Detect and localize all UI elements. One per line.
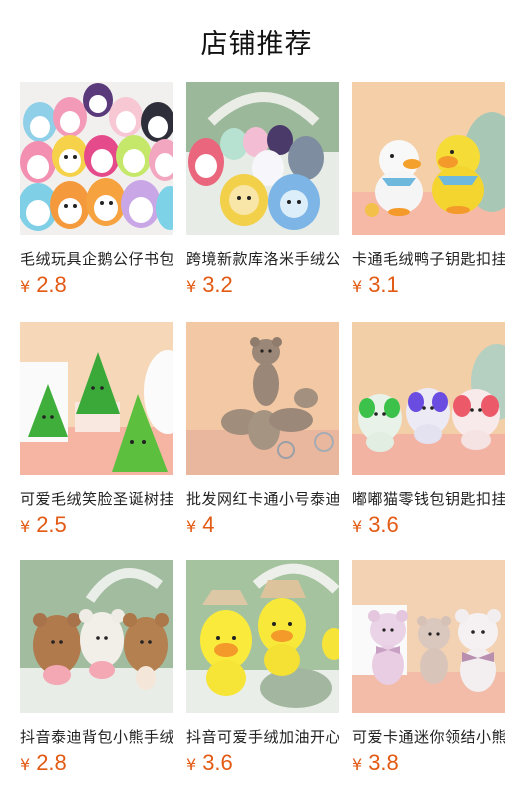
product-image-sanrio-plush[interactable] bbox=[186, 82, 339, 235]
product-price: ¥3.8 bbox=[352, 750, 399, 776]
currency-symbol: ¥ bbox=[186, 517, 197, 536]
product-price: ¥2.8 bbox=[20, 272, 67, 298]
currency-symbol: ¥ bbox=[20, 517, 31, 536]
product-name[interactable]: 卡通毛绒鸭子钥匙扣挂件 bbox=[352, 248, 505, 268]
product-image-cat-coin-purse[interactable] bbox=[352, 322, 505, 475]
product-name[interactable]: 批发网红卡通小号泰迪熊 bbox=[186, 488, 339, 508]
product-card[interactable]: 批发网红卡通小号泰迪熊 ¥4 bbox=[186, 322, 339, 544]
currency-symbol: ¥ bbox=[352, 755, 363, 774]
currency-symbol: ¥ bbox=[352, 517, 363, 536]
product-image-christmas-tree-plush[interactable] bbox=[20, 322, 173, 475]
currency-symbol: ¥ bbox=[352, 277, 363, 296]
currency-symbol: ¥ bbox=[186, 755, 197, 774]
product-image-bowtie-bear-plush[interactable] bbox=[352, 560, 505, 713]
product-card[interactable]: 跨境新款库洛米手绒公仔 ¥3.2 bbox=[186, 82, 339, 304]
price-value: 3.2 bbox=[202, 272, 233, 297]
product-name[interactable]: 抖音可爱手绒加油开心鸭 bbox=[186, 726, 339, 746]
product-card[interactable]: 毛绒玩具企鹅公仔书包挂件 ¥2.8 bbox=[20, 82, 173, 304]
price-value: 2.8 bbox=[36, 272, 67, 297]
product-name[interactable]: 可爱卡通迷你领结小熊公仔 bbox=[352, 726, 505, 746]
product-image-bear-backpack-plush[interactable] bbox=[20, 560, 173, 713]
product-name[interactable]: 毛绒玩具企鹅公仔书包挂件 bbox=[20, 248, 173, 268]
product-price: ¥3.6 bbox=[352, 512, 399, 538]
product-name[interactable]: 可爱毛绒笑脸圣诞树挂件 bbox=[20, 488, 173, 508]
price-value: 3.8 bbox=[368, 750, 399, 775]
currency-symbol: ¥ bbox=[20, 277, 31, 296]
page-title: 店铺推荐 bbox=[200, 29, 313, 60]
product-card[interactable]: 嘟嘟猫零钱包钥匙扣挂件 ¥3.6 bbox=[352, 322, 505, 544]
product-name[interactable]: 抖音泰迪背包小熊手绒挂件 bbox=[20, 726, 173, 746]
product-image-teddy-bear-keychain[interactable] bbox=[186, 322, 339, 475]
product-price: ¥3.1 bbox=[352, 272, 399, 298]
product-image-yellow-duck-hat-plush[interactable] bbox=[186, 560, 339, 713]
price-value: 3.6 bbox=[368, 512, 399, 537]
product-card[interactable]: 可爱毛绒笑脸圣诞树挂件 ¥2.5 bbox=[20, 322, 173, 544]
product-card[interactable]: 可爱卡通迷你领结小熊公仔 ¥3.8 bbox=[352, 560, 505, 782]
price-value: 2.5 bbox=[36, 512, 67, 537]
product-price: ¥3.2 bbox=[186, 272, 233, 298]
price-value: 3.6 bbox=[202, 750, 233, 775]
product-name[interactable]: 跨境新款库洛米手绒公仔 bbox=[186, 248, 339, 268]
product-price: ¥3.6 bbox=[186, 750, 233, 776]
product-card[interactable]: 抖音泰迪背包小熊手绒挂件 ¥2.8 bbox=[20, 560, 173, 782]
price-value: 2.8 bbox=[36, 750, 67, 775]
product-image-penguin-plush[interactable] bbox=[20, 82, 173, 235]
product-price: ¥2.5 bbox=[20, 512, 67, 538]
price-value: 4 bbox=[202, 512, 215, 537]
currency-symbol: ¥ bbox=[186, 277, 197, 296]
price-value: 3.1 bbox=[368, 272, 399, 297]
currency-symbol: ¥ bbox=[20, 755, 31, 774]
product-card[interactable]: 抖音可爱手绒加油开心鸭 ¥3.6 bbox=[186, 560, 339, 782]
product-card[interactable]: 卡通毛绒鸭子钥匙扣挂件 ¥3.1 bbox=[352, 82, 505, 304]
product-price: ¥4 bbox=[186, 512, 214, 538]
product-name[interactable]: 嘟嘟猫零钱包钥匙扣挂件 bbox=[352, 488, 505, 508]
product-image-duck-plush[interactable] bbox=[352, 82, 505, 235]
product-price: ¥2.8 bbox=[20, 750, 67, 776]
